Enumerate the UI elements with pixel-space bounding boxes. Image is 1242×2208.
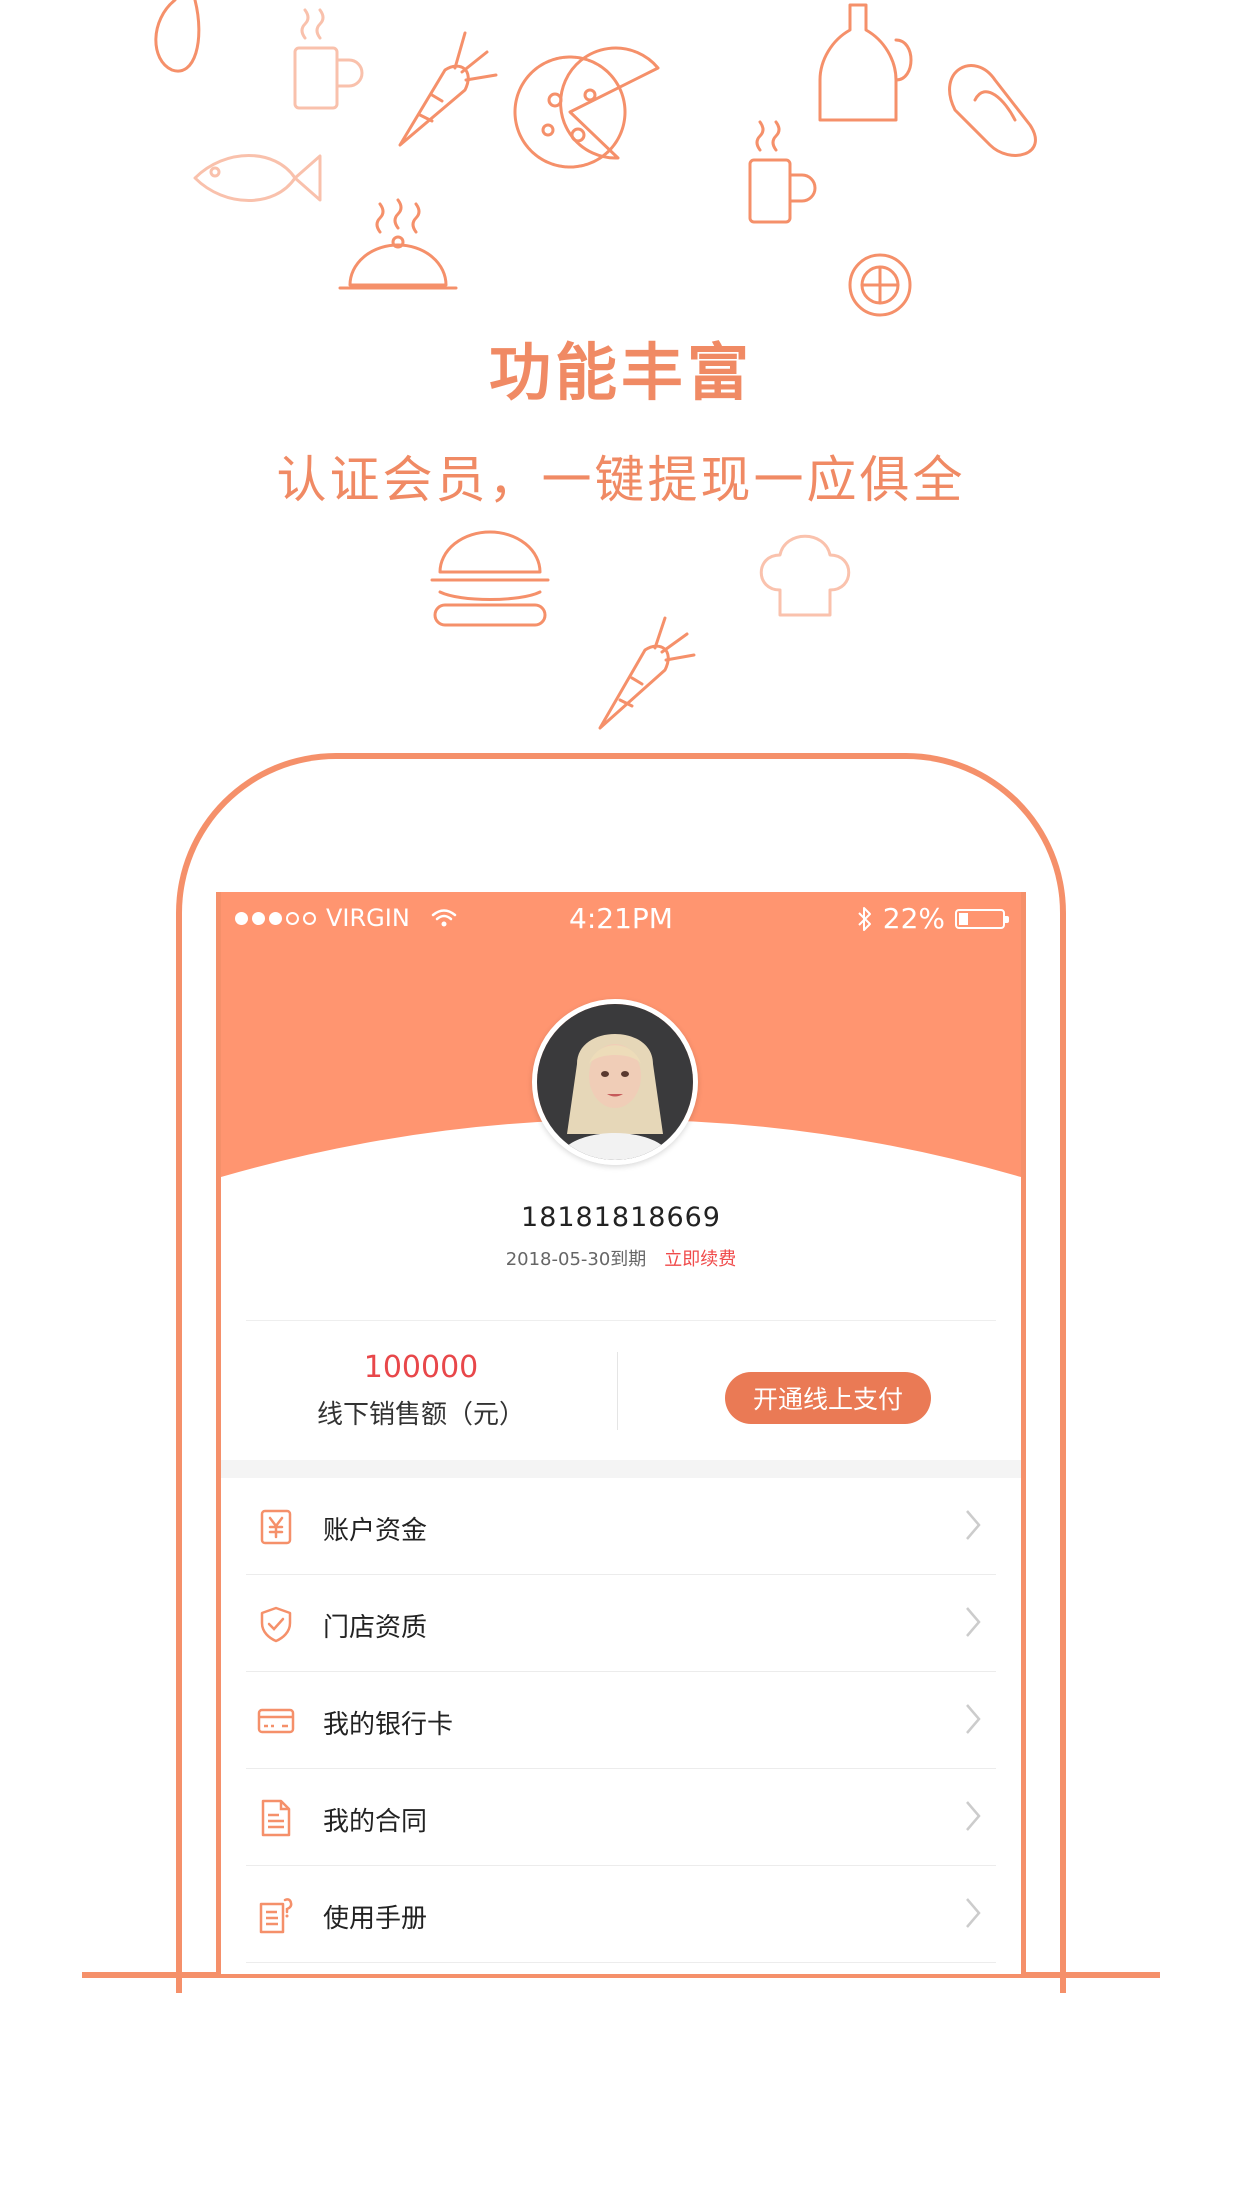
lemon-icon <box>848 253 912 317</box>
hotdog-icon <box>948 64 1037 157</box>
membership-expiry: 2018-05-30到期 立即续费 <box>221 1245 1021 1271</box>
chevron-right-icon <box>966 1801 981 1831</box>
status-bar: VIRGIN 4:21PM 22% <box>221 892 1021 942</box>
carrot-icon <box>598 616 696 730</box>
sales-value: 100000 <box>363 1350 479 1385</box>
avatar[interactable] <box>532 999 698 1165</box>
phone-screen: VIRGIN 4:21PM 22% 18181818669 2018-05-30… <box>216 892 1026 1974</box>
menu-item-user-manual[interactable]: 使用手册 <box>221 1866 1021 1963</box>
bluetooth-icon <box>858 906 871 931</box>
document-icon <box>261 1799 291 1837</box>
battery-icon <box>955 908 1009 929</box>
pizza-icon <box>513 46 660 169</box>
vertical-divider <box>617 1352 618 1430</box>
burger-icon <box>430 530 550 627</box>
hero-subtitle: 认证会员，一键提现一应俱全 <box>276 451 966 509</box>
menu-item-label: 我的银行卡 <box>323 1710 454 1740</box>
menu-item-store-qualification[interactable]: 门店资质 <box>221 1575 1021 1672</box>
bottle-icon <box>818 3 913 122</box>
chevron-right-icon <box>966 1898 981 1928</box>
menu-item-account-funds[interactable]: 账户资金 <box>221 1478 1021 1575</box>
menu-item-bank-card[interactable]: 我的银行卡 <box>221 1672 1021 1769</box>
chevron-right-icon <box>966 1607 981 1637</box>
mug-icon <box>293 8 364 110</box>
cloche-icon <box>338 198 458 290</box>
chevron-right-icon <box>966 1510 981 1540</box>
menu-item-label: 我的合同 <box>323 1807 428 1837</box>
renew-link[interactable]: 立即续费 <box>664 1249 736 1270</box>
avatar-photo <box>537 1004 693 1160</box>
carrot-icon <box>398 31 498 147</box>
menu-item-contract[interactable]: 我的合同 <box>221 1769 1021 1866</box>
hero-title: 功能丰富 <box>488 336 753 409</box>
menu-item-label: 账户资金 <box>323 1516 428 1546</box>
open-online-payment-button[interactable]: 开通线上支付 <box>725 1372 931 1424</box>
eggplant-icon <box>154 0 201 73</box>
chef-hat-icon <box>759 534 851 617</box>
manual-icon <box>259 1898 293 1934</box>
menu-item-label: 使用手册 <box>323 1904 428 1934</box>
yuan-icon <box>260 1509 292 1545</box>
mug-icon <box>748 120 817 224</box>
section-gap <box>221 1460 1021 1478</box>
divider <box>246 1320 996 1321</box>
menu-item-label: 门店资质 <box>323 1613 428 1643</box>
chevron-right-icon <box>966 1704 981 1734</box>
user-phone-number: 18181818669 <box>521 1202 721 1233</box>
shield-check-icon <box>260 1606 292 1643</box>
bank-card-icon <box>257 1708 295 1734</box>
sales-label: 线下销售额（元） <box>316 1400 525 1430</box>
fish-icon <box>193 154 322 202</box>
battery-percentage: 22% <box>882 902 945 935</box>
expiry-date: 2018-05-30到期 <box>505 1249 647 1270</box>
